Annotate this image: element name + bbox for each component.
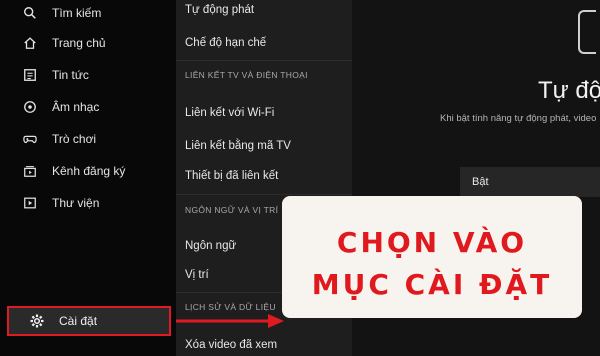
sidebar-item-library[interactable]: Thư viện — [22, 192, 99, 214]
pointer-arrow — [176, 314, 284, 328]
option-on[interactable]: Bật — [460, 167, 600, 197]
menu-divider — [176, 60, 352, 61]
menu-item-location[interactable]: Vị trí — [185, 269, 209, 281]
gear-icon — [29, 313, 45, 329]
sidebar-item-music[interactable]: Âm nhạc — [22, 96, 99, 118]
sidebar-item-games[interactable]: Trò chơi — [22, 128, 96, 150]
callout-line-1: CHỌN VÀO — [336, 226, 528, 259]
menu-item-language[interactable]: Ngôn ngữ — [185, 240, 236, 252]
menu-heading-link-tv: LIÊN KẾT TV VÀ ĐIỆN THOẠI — [185, 70, 308, 80]
music-icon — [22, 99, 38, 115]
detail-subtitle: Khi bật tính năng tự động phát, video — [440, 113, 597, 124]
menu-item-link-tv-code[interactable]: Liên kết bằng mã TV — [185, 140, 291, 152]
sidebar-item-label: Âm nhạc — [52, 100, 100, 114]
sidebar-item-label: Trò chơi — [52, 132, 97, 146]
screen-frame-edge — [578, 10, 596, 54]
callout-line-2: MỤC CÀI ĐẶT — [311, 268, 553, 301]
menu-heading-language-location: NGÔN NGỮ VÀ VỊ TRÍ — [185, 205, 279, 215]
menu-heading-history-data: LỊCH SỬ VÀ DỮ LIỆU — [185, 302, 276, 312]
sidebar-item-news[interactable]: Tin tức — [22, 64, 89, 86]
menu-item-autoplay[interactable]: Tự động phát — [185, 4, 254, 16]
detail-title: Tự độ — [538, 77, 600, 104]
sidebar: Tìm kiếm Trang chủ Tin tức Âm nhạc Trò c… — [0, 0, 176, 356]
menu-item-clear-watch-history[interactable]: Xóa video đã xem — [185, 339, 277, 351]
menu-item-linked-devices[interactable]: Thiết bị đã liên kết — [185, 170, 278, 182]
subscriptions-icon — [22, 163, 38, 179]
sidebar-item-label: Thư viện — [52, 196, 100, 210]
settings-label: Cài đặt — [59, 314, 98, 328]
sidebar-item-label: Tìm kiếm — [52, 6, 102, 20]
game-icon — [22, 131, 38, 147]
annotation-callout: CHỌN VÀO MỤC CÀI ĐẶT — [282, 196, 582, 318]
sidebar-item-label: Kênh đăng ký — [52, 164, 126, 178]
menu-divider — [176, 194, 352, 195]
option-on-label: Bật — [472, 176, 489, 188]
menu-item-restricted-mode[interactable]: Chế độ hạn chế — [185, 37, 266, 49]
sidebar-item-subscriptions[interactable]: Kênh đăng ký — [22, 160, 125, 182]
menu-item-link-wifi[interactable]: Liên kết với Wi-Fi — [185, 107, 274, 119]
sidebar-item-settings[interactable]: Cài đặt — [7, 306, 171, 336]
home-icon — [22, 35, 38, 51]
sidebar-item-home[interactable]: Trang chủ — [22, 32, 106, 54]
library-icon — [22, 195, 38, 211]
news-icon — [22, 67, 38, 83]
sidebar-item-label: Tin tức — [52, 68, 89, 82]
sidebar-item-search[interactable]: Tìm kiếm — [22, 2, 101, 24]
search-icon — [22, 5, 38, 21]
sidebar-item-label: Trang chủ — [52, 36, 106, 50]
